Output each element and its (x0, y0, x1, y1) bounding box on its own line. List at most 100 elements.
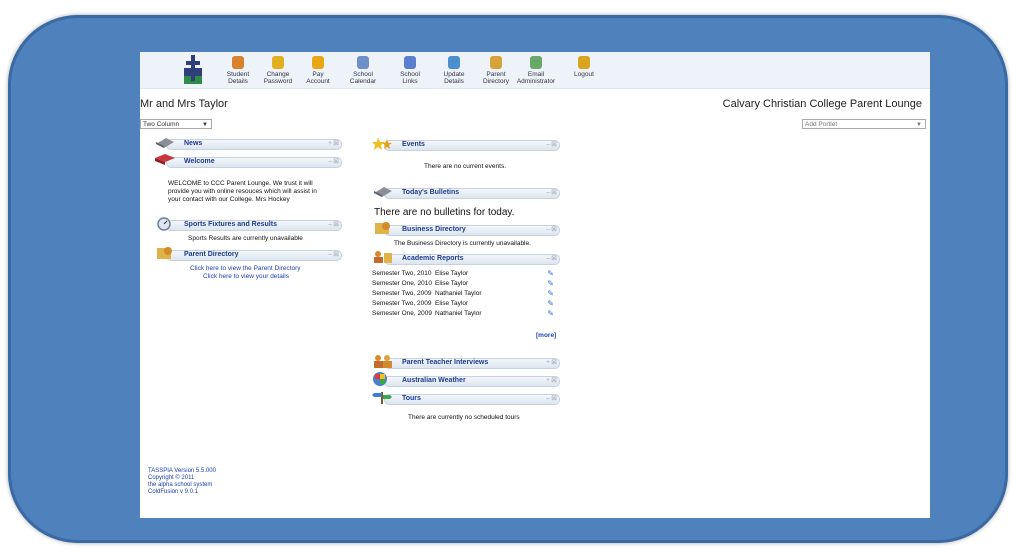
welcome-line: your contact with our College. Mrs Hocke… (168, 196, 290, 203)
portlet-academic-reports[interactable]: Academic Reports –⊠ (372, 251, 560, 265)
chevron-down-icon: ▼ (202, 122, 208, 128)
more-reports-link[interactable]: [more] (536, 332, 556, 340)
portlet-title: Business Directory (402, 226, 466, 233)
report-student: Elise Taylor (435, 280, 469, 287)
report-student: Nathaniel Taylor (435, 310, 482, 317)
nav-item-school-links[interactable]: School Links (388, 54, 432, 88)
nav-label: Pay (312, 71, 324, 78)
portlet-title: Parent Directory (184, 251, 239, 258)
top-nav-bar: Student Details Change Password Pay Account Sc… (140, 52, 930, 89)
nav-label: Administrator (516, 78, 556, 85)
email-icon (530, 56, 542, 69)
portlet-controls-icon[interactable]: +⊠ (328, 139, 340, 149)
nav-item-update-details[interactable]: Update Details (432, 54, 476, 88)
welcome-text: WELCOME to CCC Parent Lounge. We trust i… (168, 180, 317, 204)
portlet-sports[interactable]: Sports Fixtures and Results –⊠ (154, 217, 342, 231)
nav-label: Update (443, 71, 465, 78)
stars-icon (372, 137, 392, 150)
portlet-title: Sports Fixtures and Results (184, 221, 277, 228)
paperclip-icon[interactable]: ✎ (547, 289, 554, 298)
portlet-business-directory[interactable]: Business Directory –⊠ (372, 222, 560, 236)
portlet-parent-teacher-interviews[interactable]: Parent Teacher Interviews +⊠ (372, 355, 560, 369)
nav-label: Account (306, 78, 330, 85)
footer-line: ColdFusion v 9.0.1 (148, 489, 199, 495)
portlet-controls-icon[interactable]: –⊠ (328, 250, 340, 260)
portlet-controls-icon[interactable]: –⊠ (546, 188, 558, 198)
portlet-news[interactable]: News +⊠ (154, 137, 342, 150)
logout-icon (578, 56, 590, 69)
layout-select[interactable]: Two Column ▼ (140, 119, 212, 129)
nav-item-logout[interactable]: Logout (562, 54, 606, 88)
nav-label: Password (263, 78, 293, 85)
key-icon (272, 56, 284, 69)
report-row: Semester Two, 2010 Elise Taylor ✎ (372, 269, 558, 279)
nav-label: Email (527, 71, 545, 78)
report-term: Semester Two, 2009 (372, 300, 432, 307)
your-details-link[interactable]: Click here to view your details (203, 273, 289, 281)
nav-item-pay-account[interactable]: Pay Account (296, 54, 340, 88)
nav-label: Details (444, 78, 464, 85)
paperclip-icon[interactable]: ✎ (547, 309, 554, 318)
portlet-controls-icon[interactable]: +⊠ (546, 376, 558, 386)
portlet-controls-icon[interactable]: –⊠ (546, 254, 558, 264)
report-row: Semester Two, 2009 Nathaniel Taylor ✎ (372, 289, 558, 299)
weather-icon (373, 372, 387, 386)
bulletins-text: There are no bulletins for today. (374, 207, 515, 218)
report-row: Semester One, 2009 Nathaniel Taylor ✎ (372, 309, 558, 319)
portlet-controls-icon[interactable]: –⊠ (328, 220, 340, 230)
portlet-title: Events (402, 141, 425, 148)
portlet-title: Tours (402, 395, 421, 402)
report-term: Semester One, 2009 (372, 310, 432, 317)
tours-text: There are currently no scheduled tours (408, 414, 520, 421)
portlet-tours[interactable]: Tours –⊠ (372, 392, 560, 405)
nav-label: Details (228, 78, 248, 85)
college-logo-icon (184, 55, 202, 84)
events-text: There are no current events. (424, 163, 507, 170)
portlet-title: Today's Bulletins (402, 189, 460, 196)
book-icon (155, 154, 175, 165)
stopwatch-icon (157, 217, 171, 231)
portlet-controls-icon[interactable]: –⊠ (328, 157, 340, 167)
nav-item-parent-directory[interactable]: Parent Directory (474, 54, 518, 88)
portlet-title: Academic Reports (402, 255, 464, 262)
portlet-controls-icon[interactable]: –⊠ (546, 225, 558, 235)
sports-text: Sports Results are currently unavailable (188, 235, 303, 242)
portlet-controls-icon[interactable]: –⊠ (546, 140, 558, 150)
add-portlet-select[interactable]: Add Portlet ▼ (802, 119, 926, 129)
news-icon (374, 187, 392, 197)
nav-item-change-password[interactable]: Change Password (256, 54, 300, 88)
portlet-events[interactable]: Events –⊠ (372, 137, 560, 151)
portlet-bulletins[interactable]: Today's Bulletins –⊠ (372, 186, 560, 199)
nav-item-school-calendar[interactable]: School Calendar (341, 54, 385, 88)
portlet-controls-icon[interactable]: +⊠ (546, 358, 558, 368)
paperclip-icon[interactable]: ✎ (547, 279, 554, 288)
portlet-welcome[interactable]: Welcome –⊠ (154, 154, 342, 168)
calendar-icon (357, 56, 369, 69)
footer: TASSPIA Version 5.5.000 Copyright © 2011… (148, 468, 216, 496)
signpost-icon (372, 392, 392, 404)
layout-select-value: Two Column (143, 121, 180, 128)
nav-label: Change (266, 71, 290, 78)
user-name: Mr and Mrs Taylor (140, 98, 228, 110)
directory-icon (490, 56, 502, 69)
nav-item-email-administrator[interactable]: Email Administrator (514, 54, 558, 88)
money-icon (312, 56, 324, 69)
directory-icon (375, 222, 390, 234)
nav-label: Logout (574, 71, 594, 78)
parent-directory-link[interactable]: Click here to view the Parent Directory (190, 265, 301, 273)
portlet-australian-weather[interactable]: Australian Weather +⊠ (372, 372, 560, 387)
portlet-title: Australian Weather (402, 377, 466, 384)
directory-icon (157, 247, 172, 259)
nav-label: Parent (486, 71, 506, 78)
paperclip-icon[interactable]: ✎ (547, 269, 554, 278)
update-icon (448, 56, 460, 69)
report-term: Semester Two, 2009 (372, 290, 432, 297)
portlet-controls-icon[interactable]: –⊠ (546, 394, 558, 404)
paperclip-icon[interactable]: ✎ (547, 299, 554, 308)
report-term: Semester One, 2010 (372, 280, 432, 287)
nav-label: Directory (482, 78, 509, 85)
link-icon (404, 56, 416, 69)
student-icon (232, 56, 244, 69)
portlet-parent-directory[interactable]: Parent Directory –⊠ (154, 247, 342, 261)
nav-item-student-details[interactable]: Student Details (216, 54, 260, 88)
